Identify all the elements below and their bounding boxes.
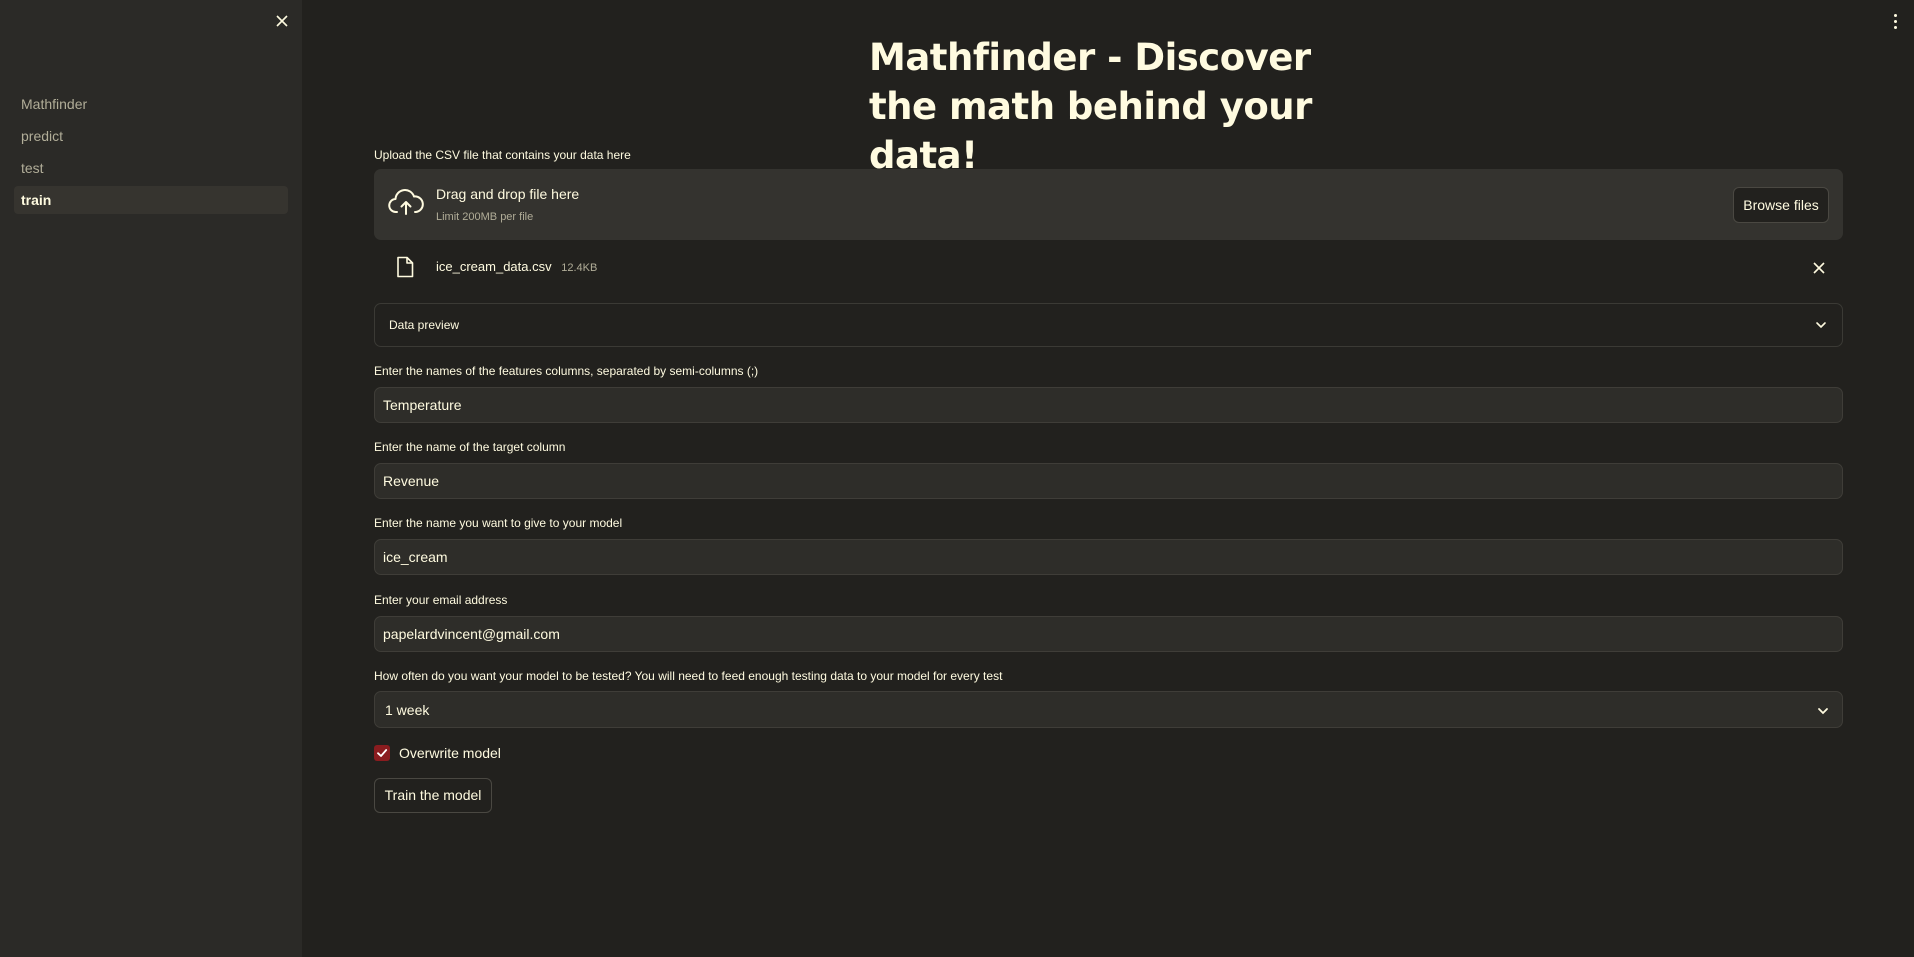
main-menu-icon[interactable] bbox=[1886, 10, 1904, 32]
model-name-input[interactable] bbox=[374, 539, 1843, 575]
data-preview-expander[interactable]: Data preview bbox=[374, 303, 1843, 347]
cloud-upload-icon bbox=[388, 187, 424, 219]
checkmark-icon bbox=[377, 749, 388, 757]
chevron-down-icon bbox=[1814, 318, 1828, 332]
target-label: Enter the name of the target column bbox=[374, 440, 566, 454]
browse-files-button[interactable]: Browse files bbox=[1733, 187, 1829, 223]
frequency-selected-value: 1 week bbox=[385, 702, 430, 718]
features-input[interactable] bbox=[374, 387, 1843, 423]
sidebar-item-test[interactable]: test bbox=[14, 154, 288, 182]
model-name-label: Enter the name you want to give to your … bbox=[374, 516, 623, 530]
target-input[interactable] bbox=[374, 463, 1843, 499]
overwrite-model-checkbox[interactable] bbox=[374, 745, 390, 761]
file-name: ice_cream_data.csv bbox=[436, 259, 552, 274]
frequency-select[interactable]: 1 week bbox=[374, 691, 1843, 728]
sidebar-item-predict[interactable]: predict bbox=[14, 122, 288, 150]
email-input[interactable] bbox=[374, 616, 1843, 652]
uploaded-file: ice_cream_data.csv 12.4KB bbox=[374, 250, 1843, 286]
page-title: Mathfinder - Discover the math behind yo… bbox=[869, 36, 1312, 177]
sidebar-item-mathfinder[interactable]: Mathfinder bbox=[14, 90, 288, 118]
features-label: Enter the names of the features columns,… bbox=[374, 364, 759, 378]
overwrite-model-label: Overwrite model bbox=[399, 745, 501, 761]
sidebar-nav: Mathfinder predict test train bbox=[14, 90, 288, 218]
remove-file-icon[interactable] bbox=[1809, 258, 1829, 278]
upload-label: Upload the CSV file that contains your d… bbox=[374, 148, 631, 162]
chevron-down-icon bbox=[1816, 704, 1830, 718]
close-sidebar-icon[interactable] bbox=[271, 10, 293, 32]
overwrite-model-checkbox-row[interactable]: Overwrite model bbox=[374, 743, 674, 763]
email-label: Enter your email address bbox=[374, 593, 508, 607]
expander-label: Data preview bbox=[389, 318, 460, 332]
train-model-button[interactable]: Train the model bbox=[374, 778, 492, 813]
frequency-label: How often do you want your model to be t… bbox=[374, 669, 1003, 683]
sidebar: Mathfinder predict test train bbox=[0, 0, 302, 957]
dropzone-title: Drag and drop file here bbox=[436, 186, 580, 202]
file-dropzone[interactable]: Drag and drop file here Limit 200MB per … bbox=[374, 169, 1843, 240]
file-size: 12.4KB bbox=[561, 262, 598, 274]
sidebar-item-train[interactable]: train bbox=[14, 186, 288, 214]
file-icon bbox=[396, 256, 414, 278]
dropzone-limit: Limit 200MB per file bbox=[436, 211, 534, 223]
